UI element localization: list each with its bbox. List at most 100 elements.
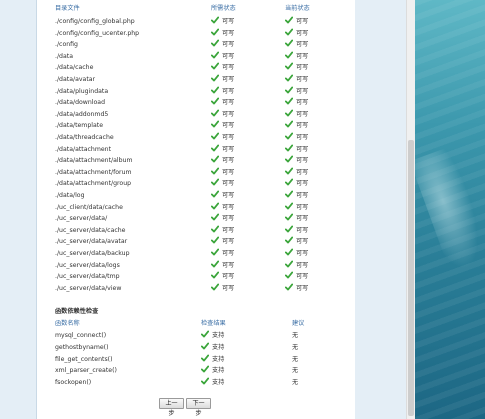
required-status-label: 可写 [222, 157, 235, 165]
check-icon [284, 213, 294, 221]
path-cell: ./data/plugindata [55, 87, 109, 95]
check-icon [284, 236, 294, 244]
current-status: 可写 [284, 225, 309, 237]
check-result: 支持 [200, 377, 224, 389]
required-status: 可写 [210, 236, 235, 248]
header-check-result: 检查结果 [201, 320, 226, 327]
check-icon [210, 248, 220, 256]
current-status-label: 可写 [296, 284, 309, 292]
check-result-label: 支持 [212, 355, 225, 363]
path-cell: ./data/attachment/forum [55, 168, 132, 176]
current-status-label: 可写 [296, 52, 309, 60]
check-icon [210, 16, 220, 24]
path-cell: ./uc_server/data/logs [55, 261, 120, 269]
required-status-label: 可写 [222, 18, 235, 25]
required-status-label: 可写 [222, 238, 235, 246]
path-cell: ./config/config_global.php [55, 18, 135, 25]
current-status-label: 可写 [296, 273, 309, 281]
path-cell: ./config [55, 41, 78, 49]
path-cell: ./data/threadcache [55, 134, 114, 141]
path-cell: ./uc_server/data/avatar [55, 238, 128, 246]
required-status-label: 可写 [222, 192, 235, 199]
suggestion-cell: 无 [292, 355, 299, 363]
check-result: 支持 [200, 342, 225, 354]
scrollbar-thumb[interactable] [408, 140, 414, 416]
path-cell: ./uc_server/data/backup [55, 250, 130, 257]
header-current-status: 当前状态 [285, 5, 310, 12]
current-status-label: 可写 [296, 29, 309, 37]
current-status-label: 可写 [296, 134, 309, 141]
header-suggestion: 建议 [292, 320, 305, 327]
current-status: 可写 [284, 28, 309, 40]
required-status-label: 可写 [222, 215, 235, 223]
required-status-label: 可写 [222, 273, 235, 281]
check-icon [284, 144, 294, 152]
current-status-label: 可写 [296, 76, 309, 83]
current-status: 可写 [284, 86, 308, 98]
check-result: 支持 [200, 354, 225, 366]
next-step-button[interactable]: 下一步 [186, 398, 211, 417]
check-icon [200, 342, 210, 350]
header-path: 目录文件 [55, 5, 80, 12]
check-icon [284, 167, 294, 175]
current-status-label: 可写 [296, 180, 309, 188]
required-status: 可写 [210, 283, 235, 295]
required-status: 可写 [210, 132, 234, 144]
check-icon [284, 202, 294, 210]
required-status-label: 可写 [222, 168, 235, 176]
check-icon [284, 51, 294, 59]
desktop-wallpaper [415, 0, 485, 419]
check-icon [284, 132, 294, 140]
path-cell: ./data [55, 52, 73, 60]
right-background [355, 0, 406, 419]
check-icon [210, 28, 220, 36]
header-required-status: 所需状态 [211, 5, 236, 12]
check-icon [210, 190, 220, 198]
path-cell: ./uc_client/data/cache [55, 203, 123, 211]
current-status: 可写 [284, 51, 309, 63]
check-icon [210, 51, 220, 59]
check-icon [210, 236, 220, 244]
current-status: 可写 [284, 213, 309, 225]
current-status: 可写 [284, 62, 309, 74]
check-icon [200, 377, 210, 385]
current-status: 可写 [284, 39, 309, 51]
check-icon [284, 178, 294, 186]
check-icon [284, 225, 294, 233]
path-cell: ./uc_server/data/ [55, 215, 108, 223]
check-icon [284, 190, 294, 198]
current-status-label: 可写 [296, 226, 309, 234]
required-status: 可写 [210, 248, 234, 260]
required-status-label: 可写 [222, 99, 235, 107]
check-icon [210, 39, 220, 47]
current-status: 可写 [284, 120, 309, 132]
current-status: 可写 [284, 155, 309, 167]
required-status: 可写 [210, 39, 234, 51]
check-icon [210, 132, 220, 140]
path-cell: ./uc_server/data/cache [55, 226, 126, 234]
check-icon [210, 62, 220, 70]
current-status-label: 可写 [296, 41, 309, 49]
check-icon [210, 271, 220, 279]
prev-step-button[interactable]: 上一步 [159, 398, 184, 417]
path-cell: ./data/addonmd5 [55, 110, 109, 118]
function-name-cell: xml_parser_create() [55, 367, 117, 375]
current-status-label: 可写 [296, 64, 309, 72]
current-status: 可写 [284, 16, 308, 28]
required-status-label: 可写 [222, 284, 235, 292]
check-result-label: 支持 [212, 367, 225, 375]
current-status-label: 可写 [296, 215, 309, 223]
current-status-label: 可写 [296, 157, 309, 165]
check-result-label: 支持 [212, 343, 225, 351]
current-status: 可写 [284, 109, 308, 121]
check-icon [200, 354, 210, 362]
required-status: 可写 [210, 213, 235, 225]
current-status: 可写 [284, 190, 308, 202]
required-status: 可写 [210, 28, 234, 40]
required-status-label: 可写 [222, 87, 235, 95]
function-name-cell: gethostbyname() [55, 343, 109, 351]
required-status-label: 可写 [222, 122, 235, 130]
current-status-label: 可写 [296, 122, 309, 130]
required-status: 可写 [210, 16, 235, 28]
check-icon [284, 28, 294, 36]
